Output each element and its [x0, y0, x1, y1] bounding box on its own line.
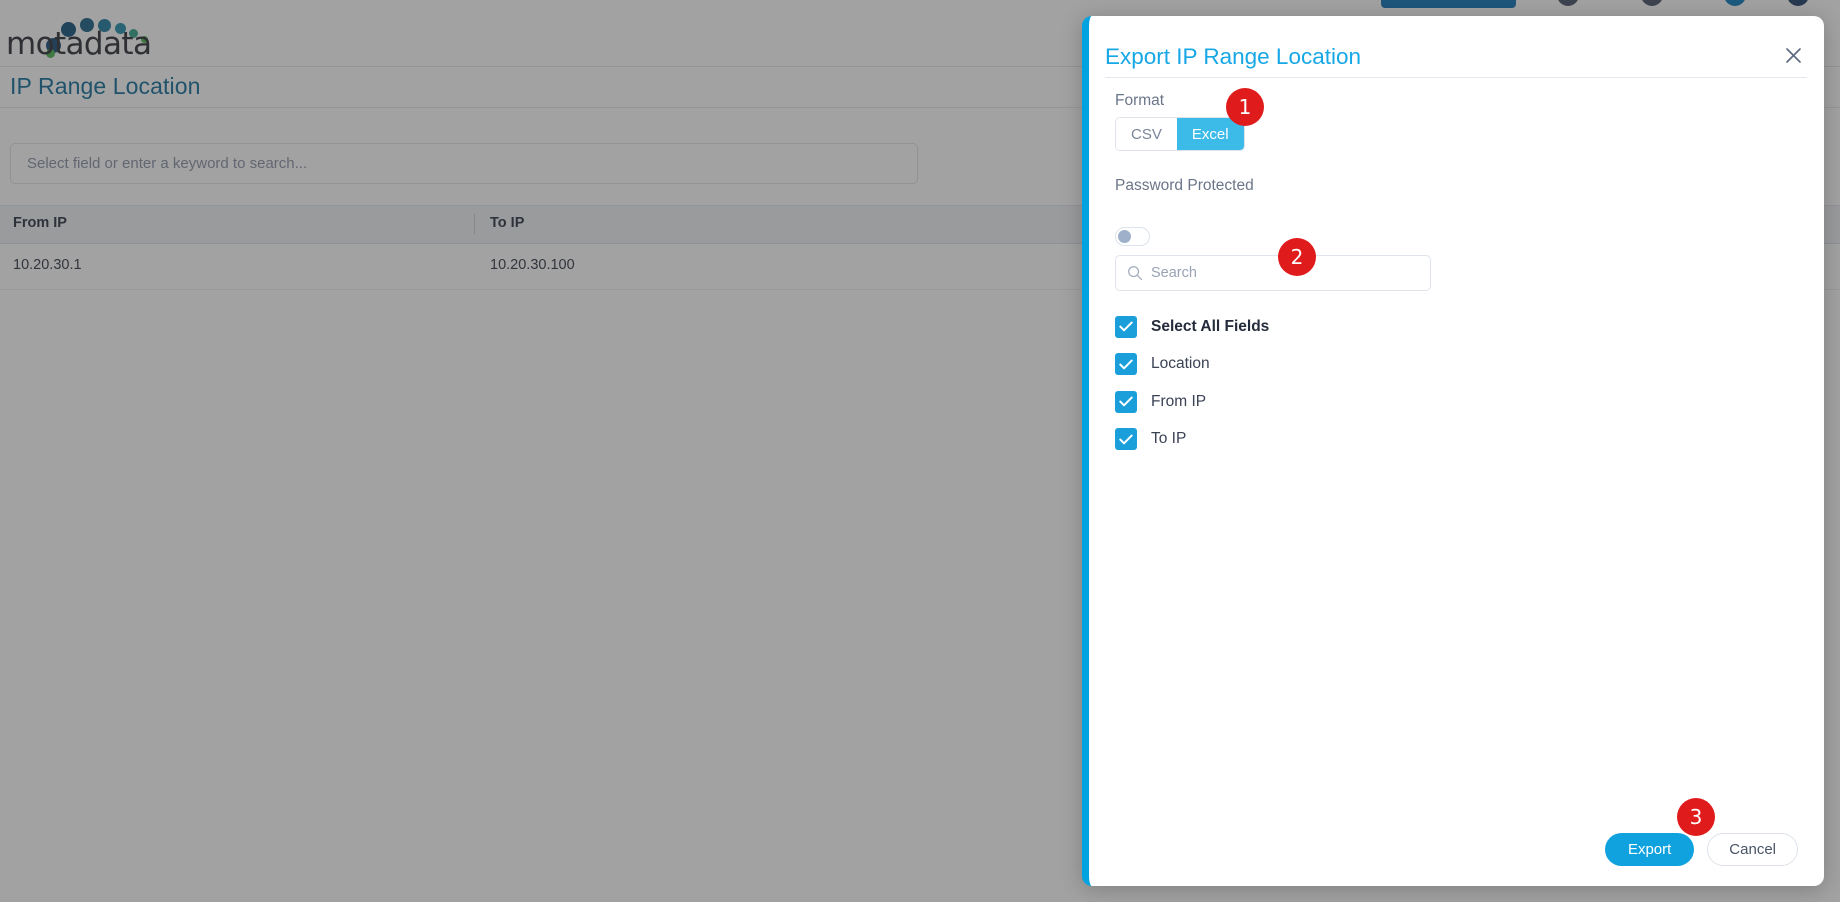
format-toggle-group: CSV Excel: [1115, 117, 1245, 151]
search-icon: [1127, 265, 1143, 281]
close-icon[interactable]: [1780, 42, 1806, 68]
field-search-placeholder: Search: [1151, 265, 1197, 281]
checkbox-row-from-ip[interactable]: From IP: [1115, 383, 1515, 421]
checkbox-checked-icon[interactable]: [1115, 316, 1137, 338]
password-protected-label: Password Protected: [1115, 177, 1254, 195]
export-field-list: Select All Fields Location From IP: [1115, 308, 1515, 458]
checkbox-checked-icon[interactable]: [1115, 391, 1137, 413]
checkbox-label: Location: [1151, 355, 1210, 373]
step-badge-1: 1: [1226, 88, 1264, 126]
checkbox-row-location[interactable]: Location: [1115, 346, 1515, 384]
step-badge-2: 2: [1278, 238, 1316, 276]
checkbox-label: From IP: [1151, 393, 1206, 411]
format-option-csv[interactable]: CSV: [1116, 118, 1177, 150]
export-button[interactable]: Export: [1605, 833, 1694, 866]
dialog-title: Export IP Range Location: [1105, 44, 1361, 70]
format-label: Format: [1115, 92, 1164, 110]
cancel-button[interactable]: Cancel: [1707, 833, 1798, 866]
step-badge-3: 3: [1677, 798, 1715, 836]
export-dialog: Export IP Range Location Format CSV Exce…: [1082, 16, 1824, 886]
checkbox-label: Select All Fields: [1151, 318, 1269, 336]
field-search-input[interactable]: Search: [1115, 255, 1431, 291]
checkbox-checked-icon[interactable]: [1115, 428, 1137, 450]
checkbox-label: To IP: [1151, 430, 1186, 448]
checkbox-row-to-ip[interactable]: To IP: [1115, 421, 1515, 459]
toggle-knob: [1118, 230, 1131, 243]
dialog-header-divider: [1105, 77, 1807, 78]
password-protected-toggle[interactable]: [1115, 227, 1150, 246]
dialog-footer: Export Cancel: [1089, 833, 1824, 866]
checkbox-checked-icon[interactable]: [1115, 353, 1137, 375]
checkbox-row-select-all-fields[interactable]: Select All Fields: [1115, 308, 1515, 346]
